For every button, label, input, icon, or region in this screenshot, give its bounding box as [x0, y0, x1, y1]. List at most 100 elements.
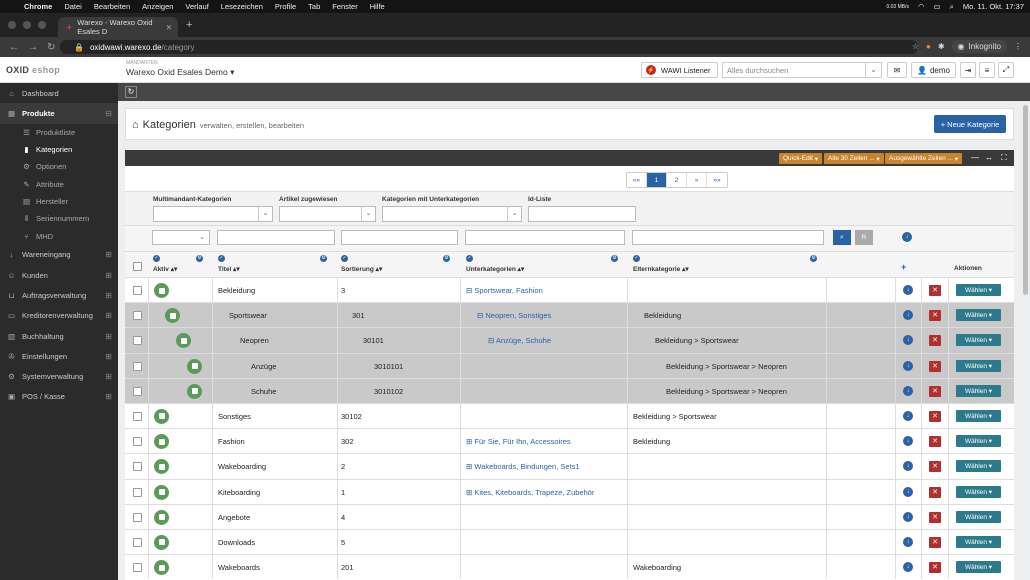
delete-icon[interactable]: ✕ [929, 310, 941, 322]
row-action-button[interactable]: Wählen ▾ [956, 284, 1001, 296]
clock[interactable]: Mo. 11. Okt. 17:37 [963, 2, 1024, 11]
row-title[interactable]: Kiteboarding [218, 488, 260, 497]
menu-item[interactable]: Verlauf [185, 2, 208, 11]
user-button[interactable]: 👤 demo [911, 62, 956, 78]
mitunter-select[interactable]: ⌄ [382, 206, 522, 222]
filter-toggle-icon[interactable]: ✓ [218, 255, 225, 262]
row-checkbox[interactable] [133, 563, 142, 573]
download-icon[interactable]: ↓ [903, 436, 913, 447]
menu-item[interactable]: Anzeigen [142, 2, 173, 11]
eltern-filter-input[interactable] [632, 230, 824, 245]
row-subcategories[interactable]: ⊟ Sportswear, Fashion [466, 286, 543, 295]
sidebar-item-systemverwaltung[interactable]: ⚙ Systemverwaltung ⊞ [0, 366, 118, 386]
sidebar-sub-produktliste[interactable]: ☰ Produktliste [0, 124, 118, 141]
add-column-icon[interactable]: + [901, 262, 906, 272]
titel-filter-input[interactable] [217, 230, 335, 245]
mandant-selector[interactable]: MANDANTEN Warexo Oxid Esales Demo ▾ [126, 60, 234, 78]
menu-item[interactable]: Bearbeiten [94, 2, 130, 11]
mail-button[interactable]: ✉ [887, 62, 907, 78]
new-category-button[interactable]: + Neue Kategorie [934, 115, 1006, 133]
download-icon[interactable]: ↓ [903, 536, 913, 547]
minimize-icon[interactable]: — [971, 153, 979, 162]
filter-toggle-icon[interactable]: ✓ [466, 255, 473, 262]
table-row[interactable]: Fashion 302 ⊞ Für Sie, Für Ihn, Accessoire… [125, 428, 1014, 454]
incognito-badge[interactable]: ◉ Inkognito [951, 40, 1007, 53]
logo[interactable]: OXID eshop [6, 65, 60, 75]
search-icon[interactable]: ⌕ [950, 2, 954, 12]
row-checkbox[interactable] [133, 487, 142, 497]
wawi-listener-button[interactable]: ⚡ WAWI Listener [641, 62, 718, 78]
active-status-icon[interactable] [154, 434, 169, 450]
row-action-button[interactable]: Wählen ▾ [956, 535, 1001, 548]
page-1[interactable]: 1 [647, 173, 667, 187]
scrollbar[interactable] [1023, 105, 1028, 295]
row-subcategories[interactable]: ⊟ Neopren, Sonstiges [477, 311, 551, 320]
row-action-button[interactable]: Wählen ▾ [956, 359, 1001, 372]
col-unterkategorien[interactable]: Unterkategorien ▴▾ [466, 265, 524, 273]
sidebar-item-buchhaltung[interactable]: ▥ Buchhaltung ⊞ [0, 326, 118, 346]
active-status-icon[interactable] [154, 509, 169, 525]
row-title[interactable]: Bekleidung [218, 286, 255, 295]
filter-toggle-icon[interactable]: ⚙ [320, 255, 327, 262]
puzzle-icon[interactable]: ✱ [938, 42, 945, 51]
artikel-select[interactable]: ⌄ [279, 206, 376, 222]
table-row[interactable]: Wakeboarding 2 ⊞ Wakeboards, Bindungen, Se… [125, 453, 1014, 479]
row-checkbox[interactable] [133, 286, 142, 295]
page-2[interactable]: 2 [667, 173, 687, 187]
row-title[interactable]: Wakeboards [218, 563, 260, 572]
filter-toggle-icon[interactable]: ⚙ [611, 255, 618, 262]
download-icon[interactable]: ↓ [903, 511, 913, 522]
menu-button[interactable]: ≡ [979, 62, 995, 78]
table-row[interactable]: Sonstiges 30102 Bekleidung > Sportswear ↓ ✕ W… [125, 402, 1014, 429]
menu-item[interactable]: Fenster [332, 2, 357, 11]
row-action-button[interactable]: Wählen ▾ [956, 510, 1001, 523]
delete-icon[interactable]: ✕ [929, 436, 941, 448]
selected-rows-button[interactable]: Ausgewählte Zeilen ... ▾ [885, 153, 963, 164]
close-tab-icon[interactable]: ✕ [166, 23, 172, 32]
row-checkbox[interactable] [133, 361, 142, 371]
download-icon[interactable]: ↓ [903, 385, 913, 396]
sidebar-item-auftragsverwaltung[interactable]: ⊔ Auftragsverwaltung ⊞ [0, 285, 118, 305]
row-title[interactable]: Anzüge [251, 362, 276, 371]
delete-icon[interactable]: ✕ [929, 486, 941, 498]
menu-item[interactable]: Tab [308, 2, 320, 11]
row-title[interactable]: Sportswear [229, 311, 267, 320]
active-status-icon[interactable] [187, 358, 202, 374]
unter-filter-input[interactable] [465, 230, 625, 245]
active-status-icon[interactable] [154, 534, 169, 550]
sidebar-item-einstellungen[interactable]: ✇ Einstellungen ⊞ [0, 346, 118, 366]
table-row[interactable]: Angebote 4 ↓ ✕ Wählen ▾ [125, 503, 1014, 529]
address-bar[interactable]: 🔒 oxidwawi.warexo.de /category [60, 40, 918, 54]
row-subcategories[interactable]: ⊞ Kites, Kiteboards, Trapeze, Zubehör [466, 488, 594, 497]
global-search-input[interactable]: Alles durchsuchen ⌄ [722, 62, 882, 78]
row-checkbox[interactable] [133, 336, 142, 346]
table-row[interactable]: Schuhe 3010102 Bekleidung > Sportswear > N… [125, 377, 1014, 403]
table-row[interactable]: Neopren 30101 ⊟ Anzüge, Schuhe Bekleidung >… [125, 327, 1014, 353]
row-subcategories[interactable]: ⊞ Wakeboards, Bindungen, Sets1 [466, 462, 580, 471]
col-aktiv[interactable]: Aktiv ▴▾ [153, 265, 177, 273]
sidebar-item-produkte[interactable]: ▦ Produkte ⊟ [0, 103, 118, 124]
menu-app[interactable]: Chrome [24, 2, 52, 11]
row-title[interactable]: Angebote [218, 513, 250, 522]
download-icon[interactable]: ↓ [903, 410, 913, 421]
col-elternkategorie[interactable]: Elternkategorie ▴▾ [633, 265, 689, 273]
sidebar-item-dashboard[interactable]: ⌂ Dashboard [0, 83, 118, 103]
download-icon[interactable]: ↓ [903, 486, 913, 497]
row-action-button[interactable]: Wählen ▾ [956, 384, 1001, 397]
sidebar-sub-optionen[interactable]: ⚙ Optionen [0, 158, 118, 175]
row-action-button[interactable]: Wählen ▾ [956, 561, 1001, 574]
row-action-button[interactable]: Wählen ▾ [956, 409, 1001, 422]
sortierung-filter-input[interactable] [341, 230, 458, 245]
window-controls[interactable] [8, 21, 46, 29]
logout-button[interactable]: ⇥ [960, 62, 976, 78]
download-icon[interactable]: ↓ [903, 310, 913, 321]
sidebar-sub-attribute[interactable]: ✎ Attribute [0, 175, 118, 192]
row-title[interactable]: Downloads [218, 538, 255, 547]
resize-horizontal-icon[interactable]: ↔ [985, 153, 993, 162]
delete-icon[interactable]: ✕ [929, 461, 941, 473]
row-title[interactable]: Neopren [240, 336, 269, 345]
row-checkbox[interactable] [133, 462, 142, 472]
row-action-button[interactable]: Wählen ▾ [956, 435, 1001, 448]
multimandant-select[interactable]: ⌄ [153, 206, 273, 222]
menu-item[interactable]: Hilfe [370, 2, 385, 11]
